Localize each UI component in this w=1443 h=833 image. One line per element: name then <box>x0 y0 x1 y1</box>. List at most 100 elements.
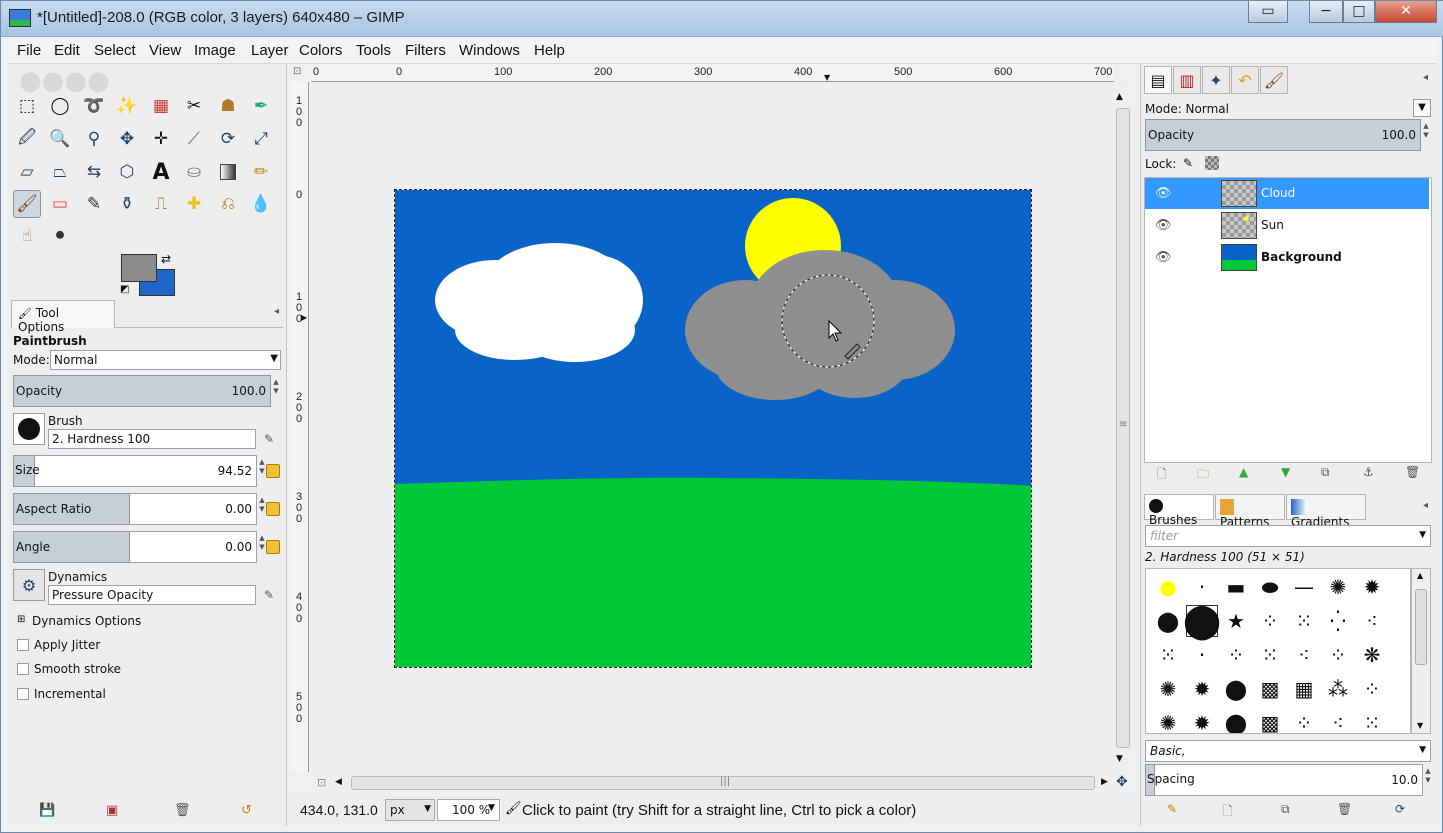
delete-layer-icon[interactable]: 🗑 <box>1405 465 1420 479</box>
brush-preview-cell[interactable]: ✺ <box>1152 673 1184 705</box>
foreground-select-icon[interactable]: ☗ <box>214 92 242 120</box>
new-layer-group-icon[interactable]: 🗀 <box>1197 465 1209 486</box>
menu-help[interactable]: Help <box>534 42 565 59</box>
menu-file[interactable]: File <box>17 42 41 59</box>
ellipse-select-icon[interactable]: ◯ <box>46 92 74 120</box>
refresh-brushes-icon[interactable]: ⟳ <box>1395 802 1405 816</box>
brush-preview-cell[interactable]: ⬤ <box>1152 605 1184 637</box>
ink-icon[interactable]: ⚱ <box>113 190 141 218</box>
vertical-scrollbar[interactable]: ▲ ≡ ▼ <box>1114 82 1132 772</box>
smooth-stroke-checkbox[interactable] <box>17 663 29 675</box>
menu-view[interactable]: View <box>149 42 181 59</box>
size-slider[interactable]: 94.52 <box>35 455 257 487</box>
lock-alpha-icon[interactable] <box>1205 156 1219 170</box>
shear-icon[interactable]: ▱ <box>13 158 41 186</box>
brush-preview-cell[interactable]: · <box>1186 571 1218 603</box>
aspect-ratio-slider[interactable]: 0.00 <box>130 493 257 525</box>
duplicate-layer-icon[interactable]: ⧉ <box>1321 465 1330 480</box>
brush-preview-cell[interactable]: ⬬ <box>1254 571 1286 603</box>
brush-preview-cell[interactable]: — <box>1288 571 1320 603</box>
visibility-eye-icon[interactable]: 👁 <box>1155 250 1172 265</box>
brush-preview-cell[interactable]: ⁖ <box>1356 605 1388 637</box>
brush-preview-cell[interactable]: ⬤ <box>1220 707 1252 733</box>
align-icon[interactable]: ✛ <box>147 125 175 153</box>
edit-brush-icon[interactable]: ✎ <box>1167 802 1177 816</box>
zoom-icon[interactable]: 🔍 <box>46 125 74 153</box>
perspective-icon[interactable]: ⏢ <box>46 158 74 186</box>
menu-windows[interactable]: Windows <box>459 42 520 59</box>
brush-preview-cell[interactable]: ⁂ <box>1322 673 1354 705</box>
rect-select-icon[interactable]: ⬚ <box>13 92 41 120</box>
new-layer-icon[interactable]: 🗋 <box>1157 465 1167 486</box>
layer-row-sun[interactable]: 👁 Sun <box>1145 210 1429 241</box>
measure-icon[interactable]: ⚲ <box>80 125 108 153</box>
rotate-icon[interactable]: ⟳ <box>214 125 242 153</box>
brush-preview-cell[interactable]: ✹ <box>1186 707 1218 733</box>
swap-colors-icon[interactable]: ⇄ <box>161 252 171 266</box>
blur-icon[interactable]: 💧 <box>247 190 275 218</box>
brush-preview-cell[interactable]: ⁙ <box>1288 605 1320 637</box>
lock-pixels-icon[interactable]: ✎ <box>1183 156 1193 170</box>
bucket-fill-icon[interactable]: ⛀ <box>180 158 208 186</box>
brush-preview-cell[interactable]: · <box>1186 639 1218 671</box>
spacing-spinner-icon[interactable]: ▲ ▼ <box>1423 767 1433 785</box>
layer-row-cloud[interactable]: 👁 Cloud <box>1145 178 1429 209</box>
delete-options-icon[interactable]: 🗑 <box>174 803 191 818</box>
flip-icon[interactable]: ⇆ <box>80 158 108 186</box>
undo-history-tab-icon[interactable]: ↶ <box>1231 66 1259 94</box>
brush-preview-cell[interactable]: ⬤ <box>1220 673 1252 705</box>
brush-preview-cell[interactable]: ⁛ <box>1322 605 1354 637</box>
tab-brushes[interactable]: Brushes <box>1144 494 1214 527</box>
select-by-color-icon[interactable]: ▦ <box>147 92 175 120</box>
brush-preview-cell[interactable]: ⬤ <box>1183 601 1221 641</box>
layer-opacity-spinner-icon[interactable]: ▲ ▼ <box>1421 122 1431 140</box>
dock-menu-icon[interactable]: ◂ <box>1423 72 1428 83</box>
pencil-icon[interactable]: ✏ <box>247 158 275 186</box>
reset-angle-icon[interactable] <box>266 540 280 554</box>
visibility-eye-icon[interactable]: 👁 <box>1155 218 1172 233</box>
spacing-slider[interactable]: 10.0 <box>1155 764 1423 796</box>
navigation-move-icon[interactable]: ✥ <box>1116 774 1134 794</box>
menu-edit[interactable]: Edit <box>54 42 80 59</box>
paintbrush-tab-icon[interactable]: 🖌 <box>1260 66 1288 94</box>
opacity-spinner-icon[interactable]: ▲ ▼ <box>271 378 281 396</box>
brush-preview-cell[interactable]: ❋ <box>1356 639 1388 671</box>
tab-tool-options[interactable]: 🖌 Tool Options <box>11 300 115 334</box>
menu-select[interactable]: Select <box>94 42 136 59</box>
restore-icon[interactable]: ▭ <box>1248 1 1288 23</box>
brush-preview-cell[interactable]: ⁙ <box>1152 639 1184 671</box>
scroll-right-icon[interactable]: ▶ <box>1101 777 1108 787</box>
dynamics-preview-button[interactable]: ⚙ <box>13 569 45 601</box>
brush-preview-cell[interactable]: ● <box>1152 571 1184 603</box>
lower-layer-icon[interactable]: ▼ <box>1281 465 1290 479</box>
brush-preview-cell[interactable]: ⁖ <box>1288 639 1320 671</box>
incremental-checkbox[interactable] <box>17 688 29 700</box>
visibility-eye-icon[interactable]: 👁 <box>1155 186 1172 201</box>
menu-colors[interactable]: Colors <box>299 42 342 59</box>
scroll-down-icon[interactable]: ▼ <box>1116 754 1123 764</box>
brush-grid[interactable]: ●·▬⬬—✺✹⬤⬤★⁘⁙⁛⁖⁙·⁘⁙⁖⁘❋✺✹⬤▩▦⁂⁘✺✹⬤▩⁘⁖⁙⁛ <box>1145 568 1411 734</box>
brush-tag-input[interactable]: Basic, ▼ <box>1145 740 1431 762</box>
channels-tab-icon[interactable]: ▥ <box>1173 66 1201 94</box>
brush-preview-cell[interactable]: ▬ <box>1220 571 1252 603</box>
airbrush-icon[interactable]: ✎ <box>80 190 108 218</box>
angle-slider[interactable]: 0.00 <box>130 531 257 563</box>
default-colors-icon[interactable]: ◩ <box>120 284 129 295</box>
dock-menu-icon[interactable]: ◂ <box>274 306 279 317</box>
horizontal-scroll-thumb[interactable]: ||| <box>351 776 1095 790</box>
close-button[interactable]: ✕ <box>1375 1 1437 23</box>
clone-icon[interactable]: ⎍ <box>147 190 175 218</box>
brush-preview-cell[interactable]: ⁖ <box>1322 707 1354 733</box>
apply-jitter-checkbox[interactable] <box>17 639 29 651</box>
zoom-dropdown-icon[interactable]: ▼ <box>488 803 495 813</box>
vertical-scroll-thumb[interactable]: ≡ <box>1116 108 1130 748</box>
menu-image[interactable]: Image <box>194 42 236 59</box>
brush-preview-cell[interactable]: ✹ <box>1356 571 1388 603</box>
perspective-clone-icon[interactable]: ⎌ <box>214 190 242 218</box>
brush-preview-cell[interactable]: ⁙ <box>1254 639 1286 671</box>
brush-filter-input[interactable]: filter ▼ <box>1145 525 1431 547</box>
new-brush-icon[interactable]: 🗋 <box>1223 802 1233 823</box>
maximize-button[interactable]: □ <box>1343 1 1375 23</box>
foreground-color-swatch[interactable] <box>121 254 157 282</box>
free-select-icon[interactable]: ➰ <box>80 92 108 120</box>
